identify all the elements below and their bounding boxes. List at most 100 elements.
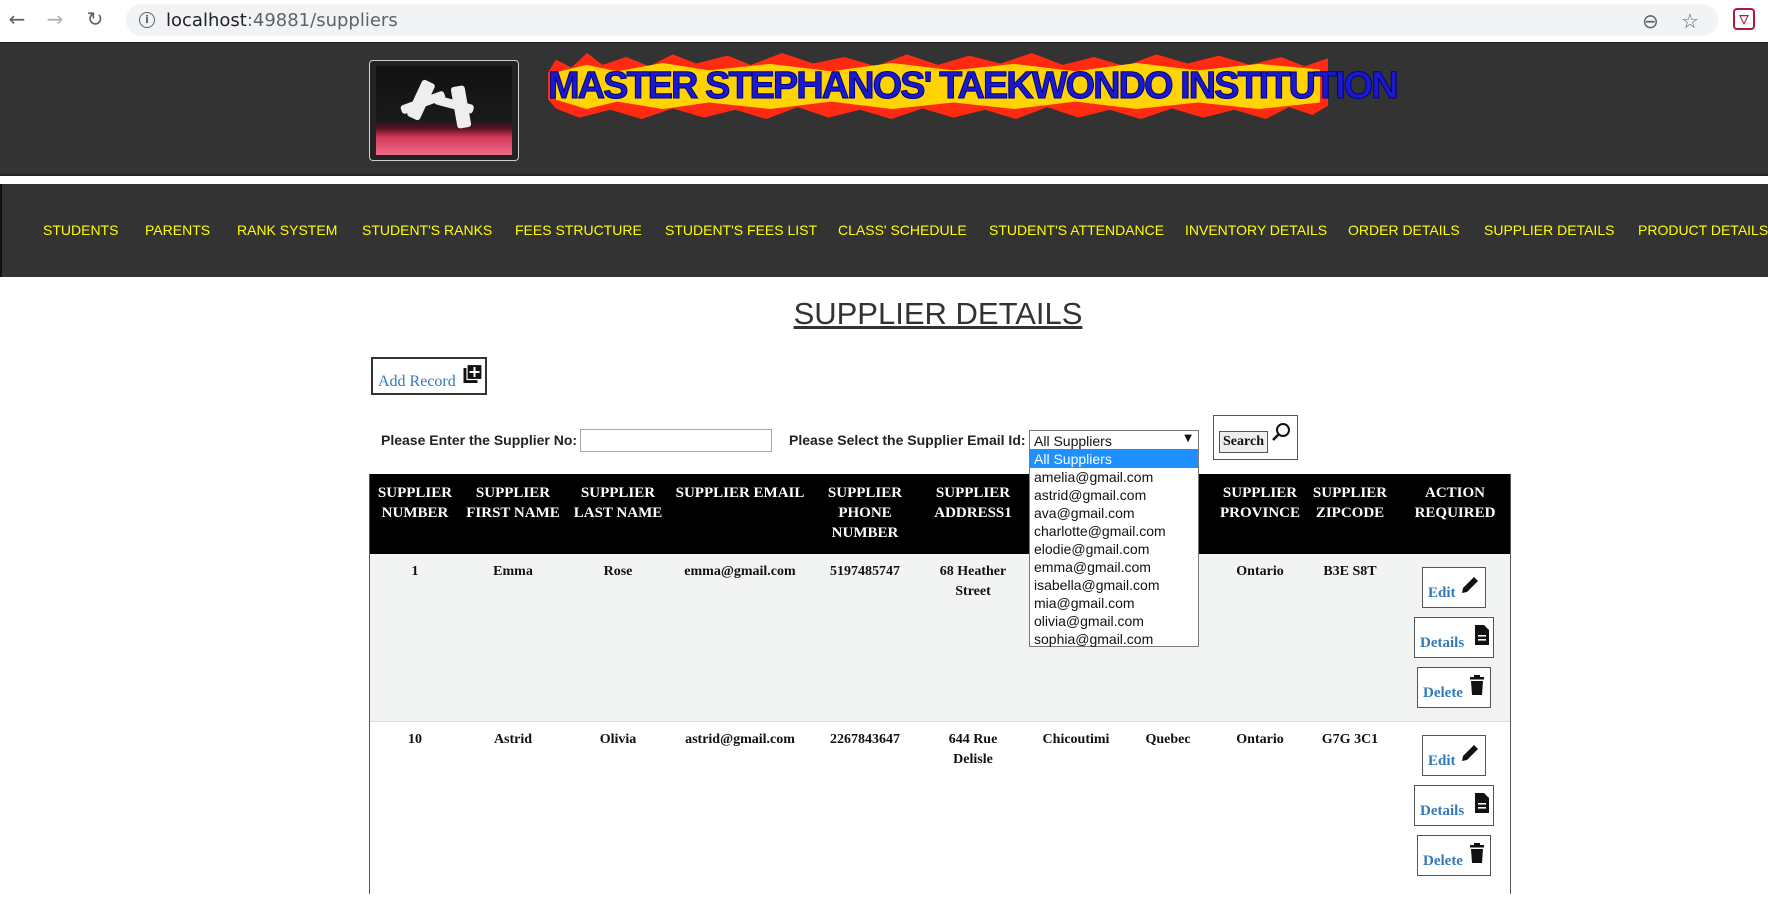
reload-icon[interactable]: ↻ [84,8,106,30]
extension-icon[interactable]: ▽ [1733,8,1755,30]
delete-button[interactable]: Delete [1417,835,1491,876]
dropdown-option-all-suppliers[interactable]: All Suppliers [1030,450,1198,468]
cell-address1: 68 Heather Street [939,564,1007,599]
col-zipcode: SUPPLIER ZIPCODE [1312,485,1388,521]
dropdown-option[interactable]: amelia@gmail.com [1030,468,1198,486]
site-info-icon[interactable]: i [139,12,155,28]
url-host: localhost [166,10,247,31]
cell-city: Chicoutimi [1042,732,1110,747]
dropdown-option[interactable]: isabella@gmail.com [1030,576,1198,594]
cell-province: Ontario [1236,732,1284,747]
supplier-no-label: Please Enter the Supplier No: [381,432,578,448]
search-icon [1272,423,1290,441]
col-action: ACTION REQUIRED [1414,485,1496,521]
nav-product-details[interactable]: PRODUCT DETAILS [1638,222,1768,238]
cell-province: Ontario [1236,564,1284,579]
nav-order-details[interactable]: ORDER DETAILS [1348,222,1460,238]
dropdown-option[interactable]: ava@gmail.com [1030,504,1198,522]
dropdown-option[interactable]: sophia@gmail.com [1030,630,1198,648]
table-row: 10 Astrid Olivia astrid@gmail.com 226784… [370,722,1510,922]
nav-supplier-details[interactable]: SUPPLIER DETAILS [1484,222,1614,238]
dropdown-option[interactable]: mia@gmail.com [1030,594,1198,612]
forward-arrow-icon[interactable]: → [44,8,66,30]
col-email: SUPPLIER EMAIL [675,485,805,501]
add-record-label: Add Record [378,373,456,390]
zoom-icon[interactable]: ⊖ [1642,9,1659,33]
dropdown-option[interactable]: olivia@gmail.com [1030,612,1198,630]
col-supplier-number: SUPPLIER NUMBER [377,485,453,521]
supplier-email-selected: All Suppliers [1034,433,1112,449]
cell-address1: 644 Rue Delisle [948,732,998,767]
nav-fees-structure[interactable]: FEES STRUCTURE [515,222,642,238]
browser-toolbar: ← → ↻ i localhost:49881/suppliers ⊖ ☆ ▽ [0,0,1768,42]
main-nav: STUDENTS PARENTS RANK SYSTEM STUDENT'S R… [0,184,1768,277]
dropdown-option[interactable]: elodie@gmail.com [1030,540,1198,558]
add-record-button[interactable]: Add Record [371,357,487,395]
details-label: Details [1420,635,1465,651]
cell-phone: 5197485747 [830,564,900,579]
bookmark-star-icon[interactable]: ☆ [1681,9,1699,33]
table-header: SUPPLIER NUMBER SUPPLIER FIRST NAME SUPPLI… [370,474,1510,554]
nav-students-ranks[interactable]: STUDENT'S RANKS [362,222,492,238]
dropdown-option[interactable]: charlotte@gmail.com [1030,522,1198,540]
details-button[interactable]: Details [1414,785,1494,826]
cell-email: emma@gmail.com [684,564,796,579]
cell-zipcode: B3E S8T [1323,564,1377,579]
pencil-icon [1462,745,1478,761]
search-button[interactable]: Search [1219,431,1268,453]
col-phone: SUPPLIER PHONE NUMBER [827,485,903,541]
supplier-email-dropdown-list: All Suppliers amelia@gmail.com astrid@gm… [1029,449,1199,647]
url-path: :49881/suppliers [246,10,398,31]
cell-supplier-number: 1 [411,564,419,579]
url-text: localhost:49881/suppliers [166,10,398,31]
document-icon [1475,625,1489,645]
dropdown-option[interactable]: astrid@gmail.com [1030,486,1198,504]
back-arrow-icon[interactable]: ← [6,8,28,30]
search-panel: Search [1213,415,1298,460]
supplier-table: SUPPLIER NUMBER SUPPLIER FIRST NAME SUPPLI… [369,474,1511,922]
nav-students-attendance[interactable]: STUDENT'S ATTENDANCE [989,222,1164,238]
col-province: SUPPLIER PROVINCE [1219,485,1300,521]
taekwondo-logo [369,60,519,161]
cell-country: Quebec [1145,732,1191,747]
nav-students[interactable]: STUDENTS [43,222,118,238]
nav-parents[interactable]: PARENTS [145,222,210,238]
delete-label: Delete [1423,853,1463,869]
dropdown-arrow-icon: ▼ [1184,433,1192,444]
edit-label: Edit [1428,753,1456,769]
details-label: Details [1420,803,1465,819]
edit-button[interactable]: Edit [1422,735,1486,776]
nav-class-schedule[interactable]: CLASS' SCHEDULE [838,222,967,238]
delete-button[interactable]: Delete [1417,667,1491,708]
edit-button[interactable]: Edit [1422,567,1486,608]
page-title: SUPPLIER DETAILS [793,296,1083,331]
cell-first-name: Astrid [493,732,533,747]
cell-last-name: Olivia [599,732,637,747]
col-first-name: SUPPLIER FIRST NAME [466,485,560,521]
cell-zipcode: G7G 3C1 [1321,732,1379,747]
cell-last-name: Rose [603,564,633,579]
table-row: 1 Emma Rose emma@gmail.com 5197485747 68… [370,554,1510,722]
address-bar[interactable]: i localhost:49881/suppliers ⊖ ☆ [126,4,1718,36]
cell-supplier-number: 10 [408,732,422,747]
trash-icon [1470,675,1484,695]
details-button[interactable]: Details [1414,617,1494,658]
edit-label: Edit [1428,585,1456,601]
supplier-email-select[interactable]: All Suppliers ▼ [1029,430,1199,450]
trash-icon [1470,843,1484,863]
cell-email: astrid@gmail.com [685,732,795,747]
supplier-email-label: Please Select the Supplier Email Id: [789,432,1026,448]
supplier-no-input[interactable] [580,429,772,452]
delete-label: Delete [1423,685,1463,701]
dropdown-option[interactable]: emma@gmail.com [1030,558,1198,576]
nav-rank-system[interactable]: RANK SYSTEM [237,222,337,238]
add-copy-icon [463,364,483,383]
nav-students-fees-list[interactable]: STUDENT'S FEES LIST [665,222,817,238]
col-address1: SUPPLIER ADDRESS1 [934,485,1012,521]
taekwondo-kick-photo [376,66,512,155]
cell-first-name: Emma [493,564,533,579]
nav-inventory-details[interactable]: INVENTORY DETAILS [1185,222,1327,238]
pencil-icon [1462,577,1478,593]
institution-banner-title: MASTER STEPHANOS' TAEKWONDO INSTITUTION [548,65,1400,108]
col-last-name: SUPPLIER LAST NAME [573,485,663,521]
